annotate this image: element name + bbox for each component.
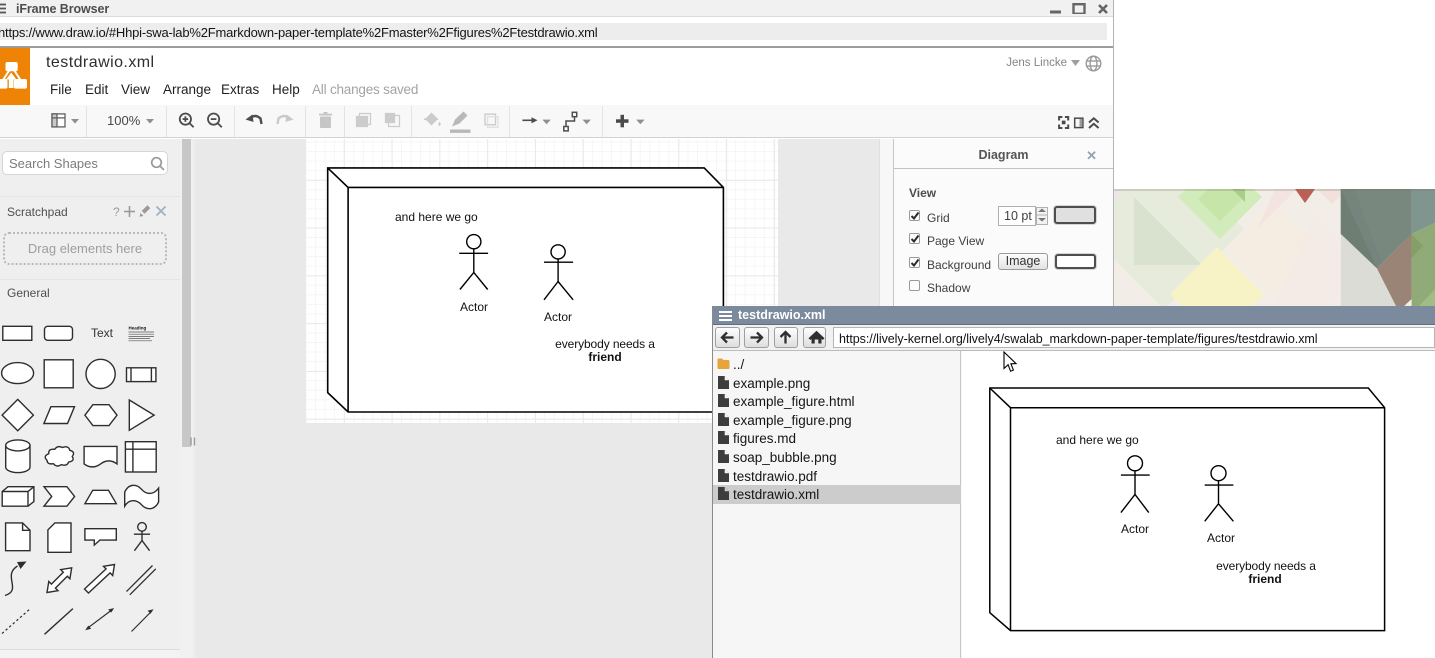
svg-text:Text: Text <box>91 326 114 340</box>
svg-text:Heading: Heading <box>129 326 147 331</box>
